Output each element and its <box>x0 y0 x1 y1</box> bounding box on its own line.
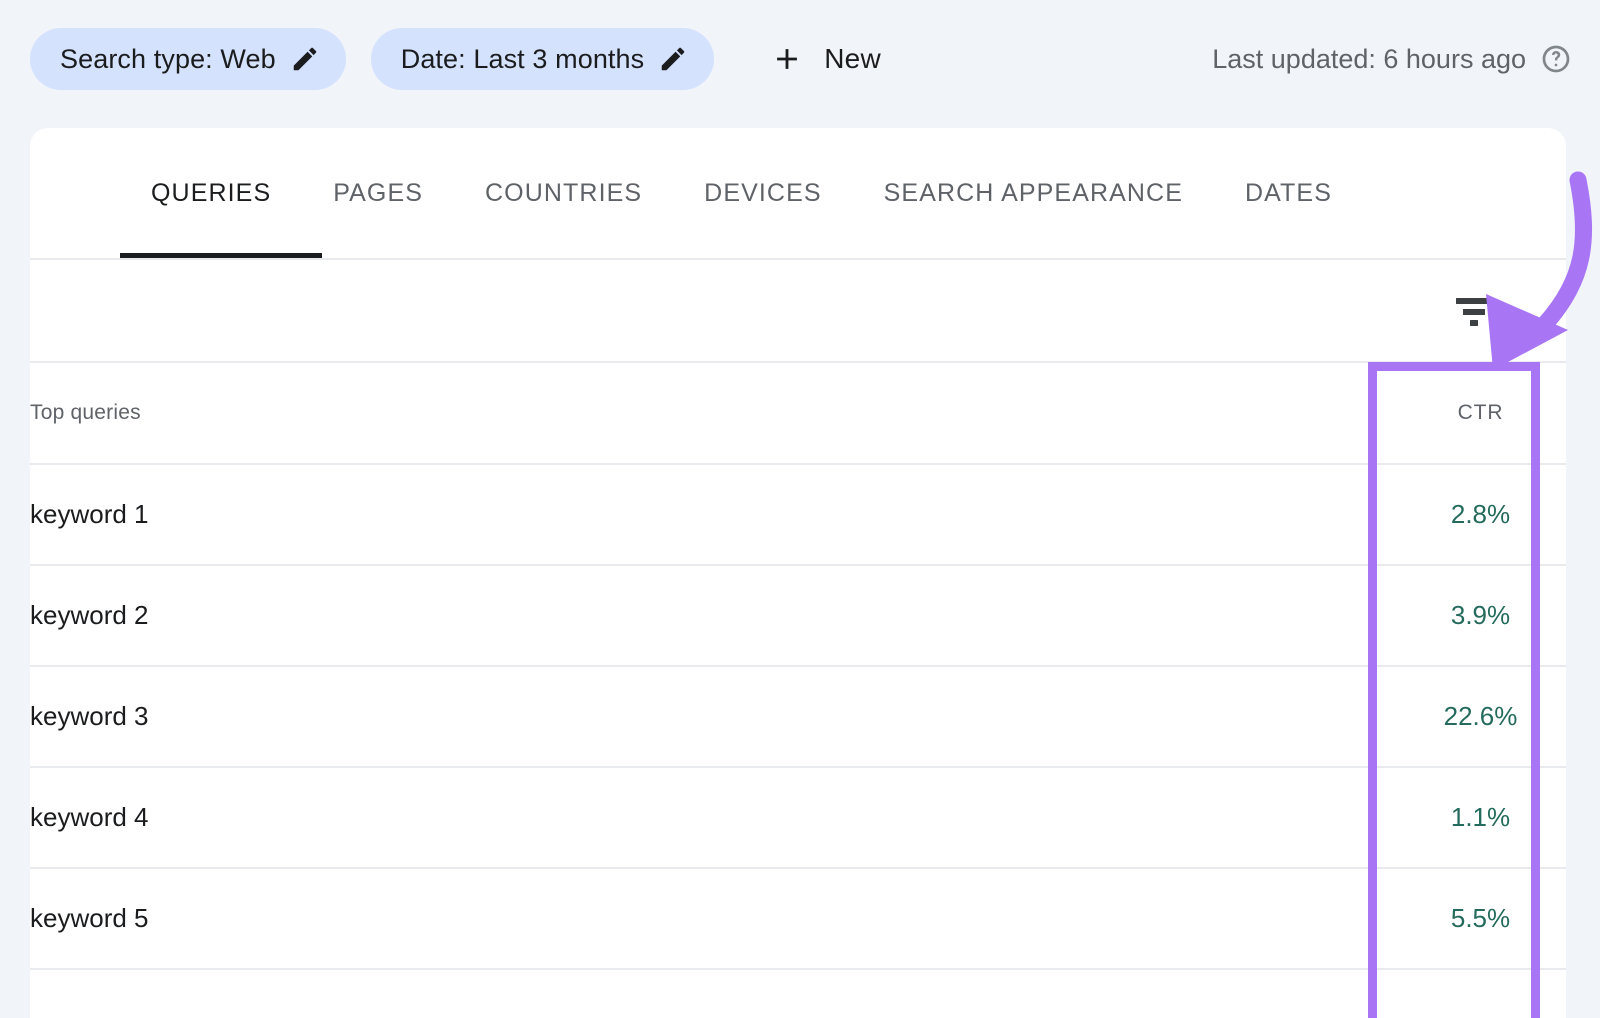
tab-queries[interactable]: QUERIES <box>120 128 302 258</box>
filter-chip-search-type-label: Search type: Web <box>60 44 276 75</box>
last-updated-text: Last updated: 6 hours ago <box>1212 44 1526 75</box>
report-tab-bar: QUERIES PAGES COUNTRIES DEVICES SEARCH A… <box>30 128 1566 260</box>
cell-query: keyword 3 <box>30 666 1395 767</box>
column-header-top-queries[interactable]: Top queries <box>30 363 1395 464</box>
tab-dates[interactable]: DATES <box>1214 128 1363 258</box>
tab-devices-label: DEVICES <box>704 179 821 208</box>
filter-list-icon[interactable] <box>1450 294 1498 328</box>
performance-report-card: QUERIES PAGES COUNTRIES DEVICES SEARCH A… <box>30 128 1566 1018</box>
new-filter-button[interactable]: New <box>756 31 895 87</box>
cell-ctr: 1.1% <box>1395 767 1566 868</box>
tab-pages-label: PAGES <box>333 179 423 208</box>
cell-query: keyword 1 <box>30 464 1395 565</box>
table-header-row: Top queries CTR <box>30 363 1566 464</box>
queries-table: Top queries CTR keyword 1 2.8% keyword 2… <box>30 363 1566 970</box>
pencil-icon[interactable] <box>290 44 320 74</box>
tab-queries-label: QUERIES <box>151 179 271 208</box>
table-row[interactable]: keyword 3 22.6% <box>30 666 1566 767</box>
filter-chip-date-label: Date: Last 3 months <box>401 44 645 75</box>
pencil-icon[interactable] <box>658 44 688 74</box>
new-filter-button-label: New <box>824 43 881 75</box>
filter-chip-date[interactable]: Date: Last 3 months <box>371 28 715 90</box>
table-row[interactable]: keyword 5 5.5% <box>30 868 1566 969</box>
tab-dates-label: DATES <box>1245 179 1332 208</box>
cell-ctr: 5.5% <box>1395 868 1566 969</box>
queries-table-head: Top queries CTR <box>30 363 1566 464</box>
cell-query: keyword 5 <box>30 868 1395 969</box>
plus-icon <box>770 42 804 76</box>
tab-devices[interactable]: DEVICES <box>673 128 852 258</box>
cell-query: keyword 4 <box>30 767 1395 868</box>
cell-ctr: 3.9% <box>1395 565 1566 666</box>
table-row[interactable]: keyword 2 3.9% <box>30 565 1566 666</box>
last-updated-status: Last updated: 6 hours ago <box>1212 0 1572 118</box>
cell-ctr: 22.6% <box>1395 666 1566 767</box>
tab-search-appearance-label: SEARCH APPEARANCE <box>884 179 1183 208</box>
table-toolbar <box>30 260 1566 363</box>
tab-search-appearance[interactable]: SEARCH APPEARANCE <box>853 128 1214 258</box>
cell-ctr: 2.8% <box>1395 464 1566 565</box>
tab-countries-label: COUNTRIES <box>485 179 642 208</box>
filter-bar: Search type: Web Date: Last 3 months New… <box>0 0 1600 118</box>
cell-query: keyword 2 <box>30 565 1395 666</box>
column-header-ctr[interactable]: CTR <box>1395 363 1566 464</box>
help-circle-icon[interactable] <box>1540 43 1572 75</box>
queries-table-body: keyword 1 2.8% keyword 2 3.9% keyword 3 … <box>30 464 1566 969</box>
tab-pages[interactable]: PAGES <box>302 128 454 258</box>
table-row[interactable]: keyword 1 2.8% <box>30 464 1566 565</box>
tab-countries[interactable]: COUNTRIES <box>454 128 673 258</box>
active-tab-indicator <box>120 253 322 258</box>
filter-chip-search-type[interactable]: Search type: Web <box>30 28 346 90</box>
table-row[interactable]: keyword 4 1.1% <box>30 767 1566 868</box>
